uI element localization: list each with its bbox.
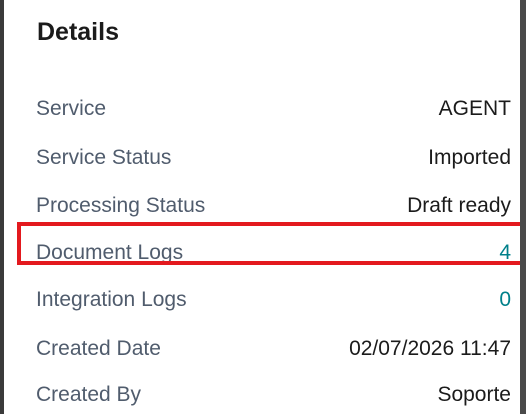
integration-logs-link[interactable]: 0 — [499, 280, 511, 320]
panel-left-border — [0, 0, 4, 414]
service-label: Service — [36, 97, 107, 120]
service-status-value: Imported — [428, 146, 511, 169]
integration-logs-label: Integration Logs — [36, 288, 187, 311]
details-panel: Details Service AGENT Service Status Imp… — [0, 0, 526, 414]
processing-status-label: Processing Status — [36, 194, 206, 217]
detail-row-integration-logs: Integration Logs 0 — [20, 280, 520, 320]
panel-right-border — [520, 0, 526, 414]
created-by-value: Soporte — [437, 383, 511, 406]
detail-row-created-date: Created Date 02/07/2026 11:47 — [20, 329, 520, 369]
detail-row-service: Service AGENT — [20, 89, 520, 129]
details-title: Details — [37, 18, 119, 46]
document-logs-link[interactable]: 4 — [499, 233, 511, 273]
detail-row-created-by: Created By Soporte — [20, 375, 520, 414]
created-date-value: 02/07/2026 11:47 — [349, 337, 511, 360]
detail-row-service-status: Service Status Imported — [20, 138, 520, 178]
detail-row-document-logs: Document Logs 4 — [20, 233, 520, 273]
document-logs-label: Document Logs — [36, 241, 184, 264]
detail-row-processing-status: Processing Status Draft ready — [20, 186, 520, 226]
service-status-label: Service Status — [36, 146, 172, 169]
created-by-label: Created By — [36, 383, 142, 406]
processing-status-value: Draft ready — [407, 194, 511, 217]
created-date-label: Created Date — [36, 337, 161, 360]
service-value: AGENT — [438, 97, 511, 120]
